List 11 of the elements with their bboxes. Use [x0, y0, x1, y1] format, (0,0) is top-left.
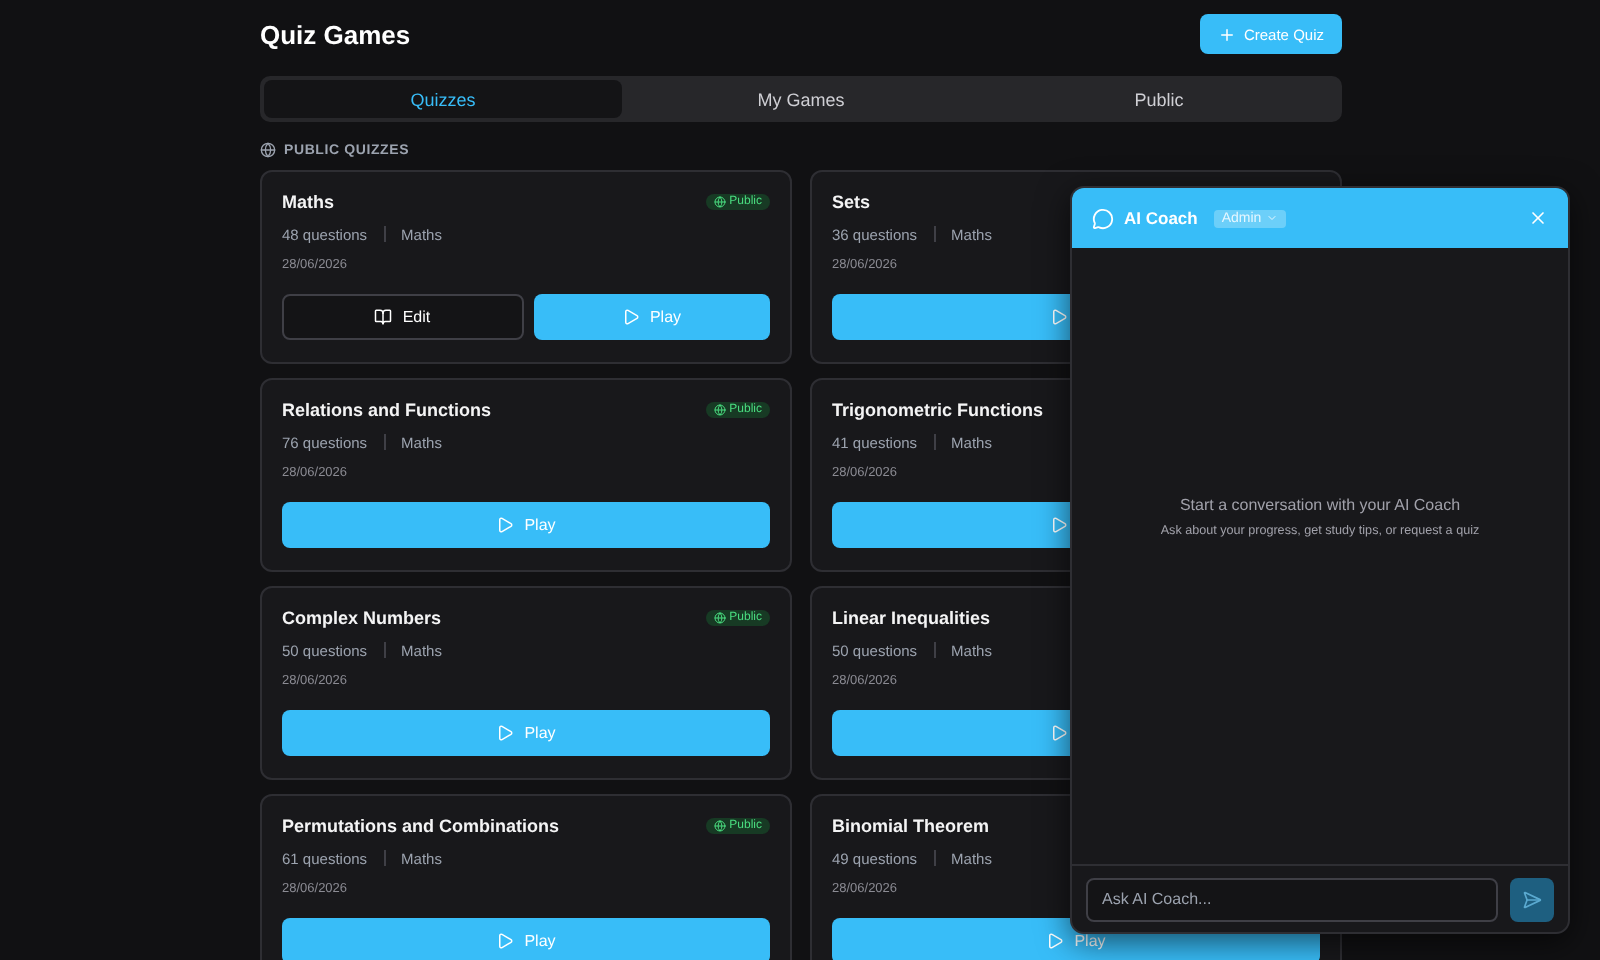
quiz-title: Linear Inequalities: [832, 608, 991, 628]
quiz-title: Sets: [832, 192, 871, 212]
quiz-title: Binomial Theorem: [832, 816, 990, 836]
quiz-title: Maths: [282, 192, 335, 212]
page-title: Quiz Games: [260, 19, 411, 49]
quiz-title: Relations and Functions: [282, 400, 492, 420]
quiz-title: Permutations and Combinations: [282, 816, 560, 836]
quiz-title: Trigonometric Functions: [832, 400, 1044, 420]
quiz-title: Complex Numbers: [282, 608, 442, 628]
chat-title: AI Coach: [1124, 208, 1198, 228]
empty-title: Start a conversation with your AI Coach: [1179, 495, 1461, 513]
